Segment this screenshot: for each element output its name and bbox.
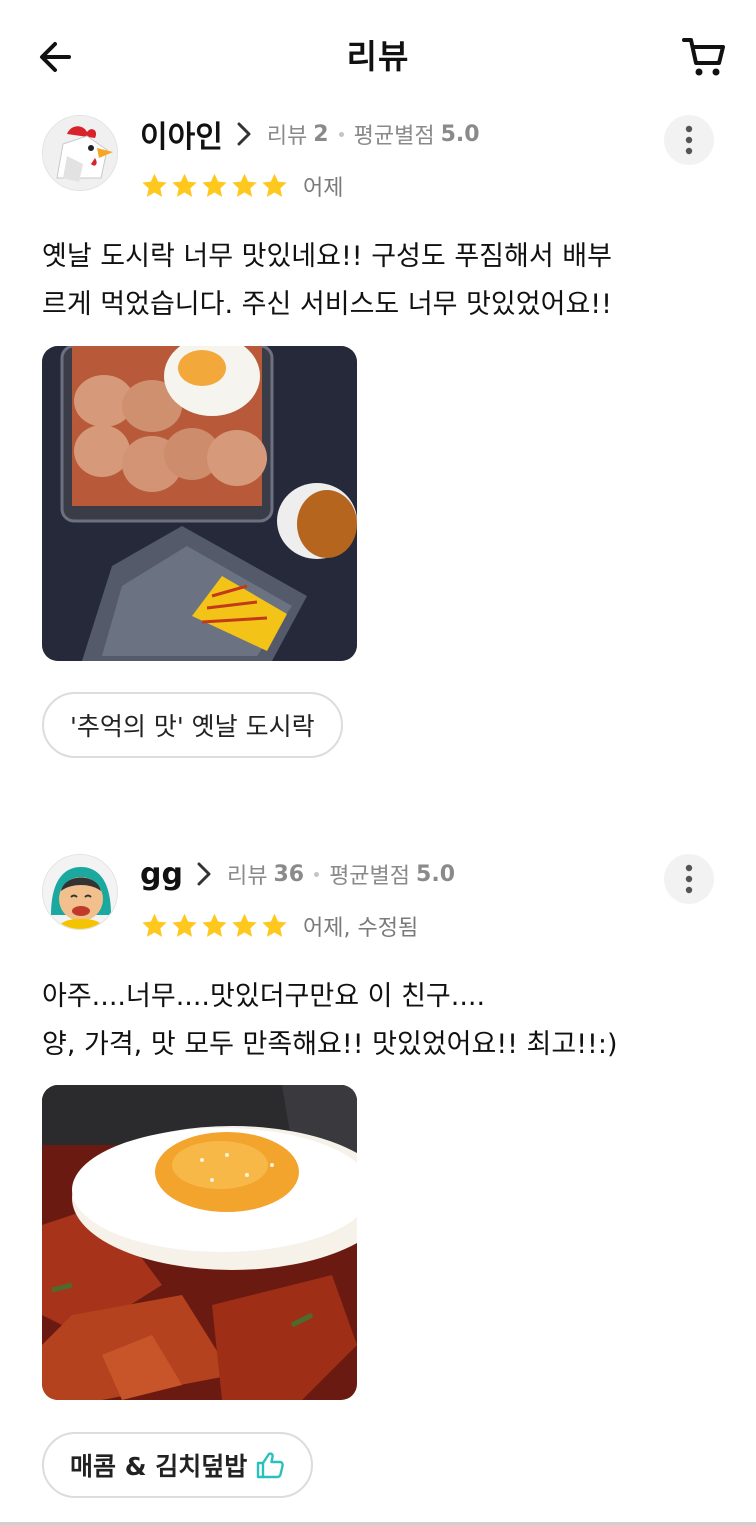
top-app-bar: 리뷰 [0, 0, 756, 115]
reviewer-nickname: 이아인 [140, 120, 223, 155]
review-count: 2 [313, 121, 329, 147]
separator-dot [314, 871, 320, 877]
review-photo[interactable] [42, 346, 357, 661]
star-icon [232, 913, 257, 937]
review-count-label: 리뷰 [266, 124, 308, 149]
cart-button[interactable] [678, 32, 730, 82]
chevron-right-icon [197, 862, 211, 886]
star-icon [142, 173, 167, 197]
girl-avatar-icon [43, 855, 117, 929]
rating-row: 어제 [140, 170, 343, 202]
star-icon [172, 913, 197, 937]
star-icon [172, 173, 197, 197]
review-photo[interactable] [42, 1085, 357, 1400]
reviewer-nickname: gg [140, 856, 183, 892]
star-icon [262, 173, 287, 197]
separator-dot [338, 131, 344, 137]
page-title: 리뷰 [346, 37, 410, 76]
more-vertical-icon [685, 125, 693, 155]
star-icon [202, 173, 227, 197]
reviewer-stats: 리뷰 36 평균별점 5.0 [227, 858, 455, 890]
review-count-label: 리뷰 [226, 864, 268, 889]
avatar[interactable] [42, 854, 118, 930]
kimchi-rice-bowl-photo [42, 1085, 357, 1400]
star-icon [232, 173, 257, 197]
avg-rating-value: 5.0 [416, 861, 456, 887]
review-text: 아주....너무....맛있더구만요 이 친구.... 양, 가격, 맛 모두 … [42, 981, 618, 1060]
rating-row: 어제, 수정됨 [140, 910, 418, 942]
lunchbox-photo [42, 346, 357, 661]
cart-icon [682, 38, 725, 76]
menu-name: 매콤 & 김치덮밥 [70, 1452, 248, 1481]
review-count: 36 [273, 861, 305, 887]
avg-rating-label: 평균별점 [329, 864, 411, 889]
menu-name: '추억의 맛' 옛날 도시락 [70, 712, 315, 741]
review-text: 옛날 도시락 너무 맛있네요!! 구성도 푸짐해서 배부 르게 먹었습니다. 주… [42, 241, 612, 320]
avg-rating-value: 5.0 [440, 121, 480, 147]
chevron-right-icon [237, 122, 251, 146]
more-options-button[interactable] [664, 854, 714, 904]
ordered-menu-chip[interactable]: 매콤 & 김치덮밥 [42, 1432, 314, 1498]
review-date: 어제 [303, 176, 344, 201]
avatar[interactable] [42, 115, 118, 191]
ordered-menu-chip[interactable]: '추억의 맛' 옛날 도시락 [42, 692, 343, 758]
reviewer-stats: 리뷰 2 평균별점 5.0 [267, 118, 480, 150]
more-options-button[interactable] [664, 115, 714, 165]
thumbs-up-icon [257, 1452, 285, 1479]
star-icon [142, 913, 167, 937]
star-rating [140, 912, 289, 940]
star-icon [202, 913, 227, 937]
star-icon [262, 913, 287, 937]
reviewer-profile-link[interactable]: 이아인 리뷰 2 평균별점 5.0 [140, 114, 480, 155]
chicken-avatar-icon [43, 116, 117, 190]
review-date: 어제, 수정됨 [303, 916, 419, 941]
reviewer-profile-link[interactable]: gg 리뷰 36 평균별점 5.0 [140, 854, 455, 894]
more-vertical-icon [685, 864, 693, 894]
star-rating [140, 172, 289, 200]
avg-rating-label: 평균별점 [353, 124, 435, 149]
